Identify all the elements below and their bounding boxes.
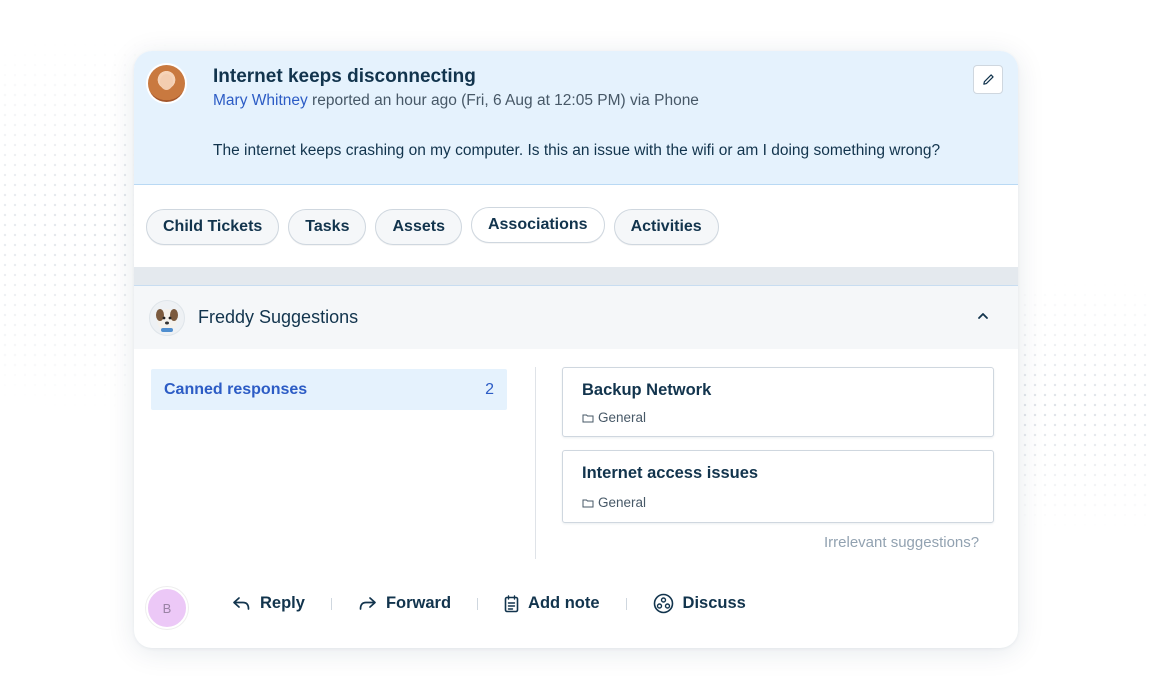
ticket-actions: Reply Forward Add note Discuss — [232, 593, 746, 614]
vertical-divider — [535, 367, 536, 559]
ticket-card: Internet keeps disconnecting Mary Whitne… — [134, 51, 1018, 648]
canned-responses-item[interactable]: Canned responses 2 — [151, 369, 507, 410]
irrelevant-suggestions-link[interactable]: Irrelevant suggestions? — [824, 534, 979, 551]
pencil-icon — [982, 74, 994, 85]
canned-responses-label: Canned responses — [164, 380, 308, 398]
action-separator — [477, 597, 479, 610]
suggestion-folder: General — [582, 410, 646, 425]
suggestion-title: Backup Network — [582, 381, 712, 399]
discuss-icon — [653, 593, 673, 614]
requester-link[interactable]: Mary Whitney — [213, 92, 308, 109]
suggestion-folder: General — [582, 495, 646, 510]
reply-label: Reply — [260, 594, 305, 612]
agent-avatar: B — [146, 587, 188, 629]
forward-button[interactable]: Forward — [358, 594, 451, 613]
ticket-tabs: Child Tickets Tasks Assets Associations … — [146, 207, 719, 245]
reply-icon — [233, 596, 250, 610]
freddy-avatar — [149, 300, 185, 336]
action-separator — [330, 597, 332, 610]
action-separator — [625, 597, 627, 610]
edit-button[interactable] — [973, 65, 1003, 94]
ticket-description: The internet keeps crashing on my comput… — [213, 142, 941, 159]
ticket-meta: Mary Whitney reported an hour ago (Fri, … — [213, 92, 699, 110]
section-divider — [134, 267, 1018, 286]
ticket-meta-text: reported an hour ago (Fri, 6 Aug at 12:0… — [307, 92, 699, 109]
add-note-button[interactable]: Add note — [504, 594, 600, 613]
ticket-header: Internet keeps disconnecting Mary Whitne… — [134, 51, 1018, 185]
canned-responses-count: 2 — [485, 380, 494, 398]
requester-avatar[interactable] — [148, 65, 185, 102]
chevron-up-icon[interactable] — [977, 308, 989, 323]
suggestion-title: Internet access issues — [582, 464, 759, 482]
tab-assets[interactable]: Assets — [375, 209, 462, 245]
ticket-title: Internet keeps disconnecting — [213, 66, 476, 87]
forward-icon — [359, 596, 376, 610]
folder-icon — [582, 414, 594, 422]
discuss-label: Discuss — [682, 594, 746, 612]
suggestion-card[interactable]: Internet access issues General — [562, 450, 994, 523]
tab-tasks[interactable]: Tasks — [288, 209, 367, 245]
suggestion-folder-label: General — [598, 495, 647, 510]
freddy-title: Freddy Suggestions — [198, 307, 359, 327]
note-icon — [504, 594, 519, 612]
suggestion-folder-label: General — [598, 410, 647, 425]
reply-button[interactable]: Reply — [232, 594, 305, 613]
tab-activities[interactable]: Activities — [613, 209, 719, 245]
tab-associations[interactable]: Associations — [470, 207, 605, 243]
folder-icon — [582, 499, 594, 507]
forward-label: Forward — [385, 594, 452, 612]
suggestion-card[interactable]: Backup Network General — [562, 367, 994, 437]
freddy-suggestions-header[interactable]: Freddy Suggestions — [134, 286, 1018, 349]
add-note-label: Add note — [528, 594, 600, 612]
discuss-button[interactable]: Discuss — [653, 593, 746, 614]
tab-child-tickets[interactable]: Child Tickets — [146, 209, 280, 245]
